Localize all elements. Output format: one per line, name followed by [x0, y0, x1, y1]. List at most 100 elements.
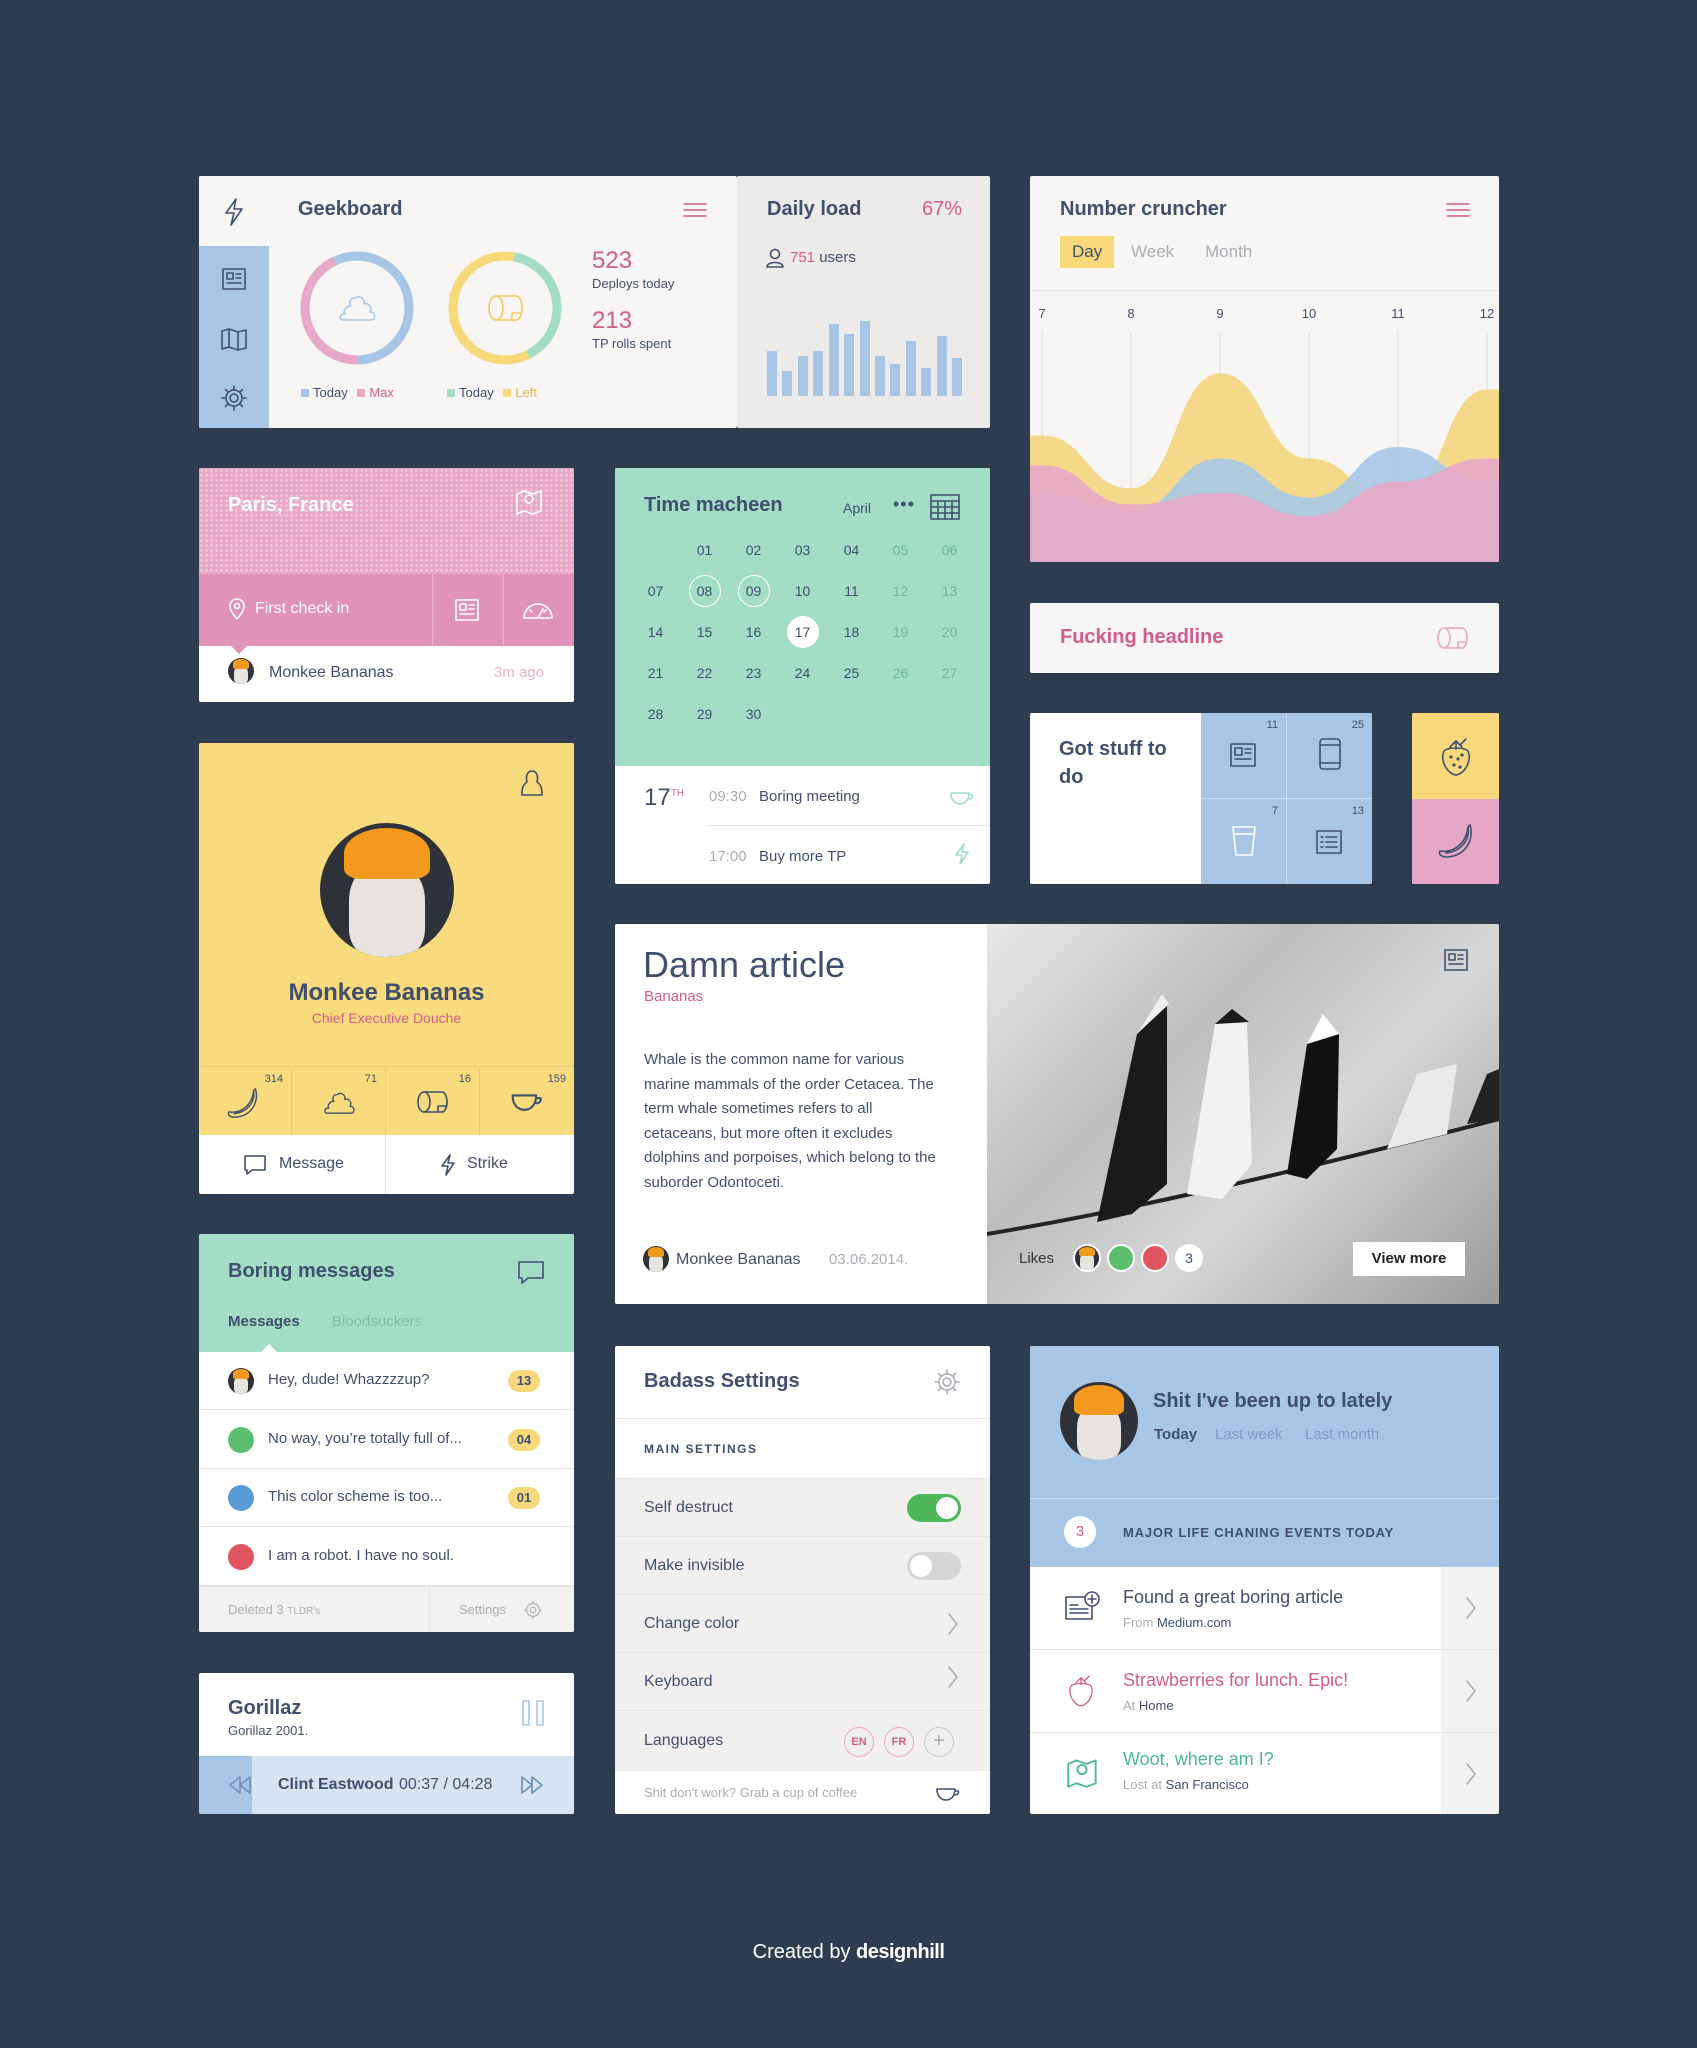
- row-self-destruct[interactable]: Self destruct: [615, 1478, 990, 1536]
- calendar-day[interactable]: 14: [640, 616, 672, 648]
- banana-tile[interactable]: [1412, 799, 1499, 884]
- calendar-day[interactable]: 21: [640, 657, 672, 689]
- todo-phone[interactable]: 25: [1287, 713, 1372, 798]
- calendar-day[interactable]: 13: [934, 575, 966, 607]
- stat-coffee[interactable]: 159: [481, 1067, 574, 1136]
- credit-brand[interactable]: designhill: [856, 1941, 945, 1963]
- settings-link[interactable]: Settings: [459, 1602, 506, 1617]
- tab-today[interactable]: Today: [1154, 1426, 1197, 1443]
- calendar-day[interactable]: 07: [640, 575, 672, 607]
- message-item[interactable]: No way, you’re totally full of... 04: [199, 1411, 574, 1469]
- month-select[interactable]: April: [843, 500, 871, 516]
- calendar-grid-icon[interactable]: [930, 494, 960, 520]
- menu-icon-2[interactable]: [1446, 202, 1470, 218]
- stat-banana[interactable]: 314: [199, 1067, 292, 1136]
- calendar-day[interactable]: 04: [836, 534, 868, 566]
- bolt-nav[interactable]: [199, 176, 269, 246]
- tab-last-month[interactable]: Last month: [1305, 1426, 1379, 1443]
- news-icon[interactable]: [454, 598, 480, 622]
- gauge-icon[interactable]: [522, 600, 554, 622]
- map-nav[interactable]: [199, 314, 269, 364]
- calendar-day[interactable]: 09: [737, 575, 770, 607]
- add-language-button[interactable]: +: [924, 1727, 954, 1757]
- todo-cup[interactable]: 7: [1201, 799, 1286, 884]
- article-nav[interactable]: [199, 254, 269, 304]
- article-icon[interactable]: [1443, 948, 1469, 972]
- geekboard-title: Geekboard: [298, 198, 403, 220]
- make-invisible-toggle[interactable]: [907, 1552, 961, 1580]
- stat-tp[interactable]: 16: [387, 1067, 480, 1136]
- calendar-day[interactable]: 08: [688, 575, 721, 607]
- settings-nav[interactable]: [199, 372, 269, 422]
- tab-week[interactable]: Week: [1131, 242, 1174, 262]
- lang-en[interactable]: EN: [844, 1727, 874, 1757]
- calendar-day[interactable]: 03: [787, 534, 819, 566]
- tab-messages[interactable]: Messages: [228, 1313, 300, 1330]
- pause-button[interactable]: [521, 1699, 545, 1727]
- tab-day[interactable]: Day: [1060, 236, 1115, 268]
- more-dots-icon[interactable]: •••: [893, 494, 915, 515]
- calendar-day[interactable]: 27: [934, 657, 966, 689]
- gear-icon[interactable]: [933, 1368, 961, 1396]
- checkin-label[interactable]: First check in: [255, 600, 349, 618]
- calendar-day[interactable]: 24: [787, 657, 819, 689]
- row-make-invisible[interactable]: Make invisible: [615, 1536, 990, 1594]
- tab-last-week[interactable]: Last week: [1215, 1426, 1283, 1443]
- messages-card: Boring messages Messages Bloodsuckers He…: [199, 1234, 574, 1632]
- event-2[interactable]: 17:00 Buy more TP: [707, 826, 990, 884]
- message-item[interactable]: I am a robot. I have no soul.: [199, 1528, 574, 1586]
- calendar-day[interactable]: 05: [885, 534, 917, 566]
- calendar-day[interactable]: 25: [836, 657, 868, 689]
- map-pin-icon[interactable]: [515, 488, 543, 516]
- calendar-day[interactable]: 18: [836, 616, 868, 648]
- strike-button[interactable]: Strike: [387, 1135, 574, 1194]
- message-text: This color scheme is too...: [268, 1488, 443, 1505]
- stat-poop[interactable]: 71: [293, 1067, 386, 1136]
- todo-article[interactable]: 11: [1201, 713, 1286, 798]
- menu-icon[interactable]: [683, 202, 707, 218]
- activity-item-3[interactable]: Woot, where am I? Lost at San Francisco: [1030, 1732, 1499, 1814]
- user-icon[interactable]: [520, 769, 544, 797]
- chat-icon[interactable]: [517, 1260, 545, 1286]
- lang-fr[interactable]: FR: [884, 1727, 914, 1757]
- calendar-day[interactable]: 26: [885, 657, 917, 689]
- event-1[interactable]: 09:30 Boring meeting: [707, 766, 990, 826]
- chat-icon: [244, 1155, 266, 1175]
- message-button[interactable]: Message: [199, 1135, 386, 1194]
- tab-month[interactable]: Month: [1205, 242, 1252, 262]
- calendar-day[interactable]: 06: [934, 534, 966, 566]
- message-item[interactable]: This color scheme is too... 01: [199, 1469, 574, 1527]
- view-more-button[interactable]: View more: [1353, 1242, 1465, 1276]
- calendar-day[interactable]: 23: [738, 657, 770, 689]
- gear-icon[interactable]: [523, 1600, 543, 1620]
- activity-item-2[interactable]: Strawberries for lunch. Epic! At Home: [1030, 1649, 1499, 1733]
- message-text: Hey, dude! Whazzzzup?: [268, 1371, 430, 1388]
- calendar-day[interactable]: 16: [738, 616, 770, 648]
- load-bar: [890, 364, 901, 396]
- message-item[interactable]: Hey, dude! Whazzzzup? 13: [199, 1352, 574, 1410]
- calendar-day[interactable]: 02: [738, 534, 770, 566]
- strawberry-tile[interactable]: [1412, 713, 1499, 799]
- rewind-icon[interactable]: [226, 1775, 252, 1795]
- todo-list[interactable]: 13: [1287, 799, 1372, 884]
- calendar-day[interactable]: 30: [738, 698, 770, 730]
- calendar-day[interactable]: 15: [689, 616, 721, 648]
- calendar-day[interactable]: 10: [787, 575, 819, 607]
- activity-item-1[interactable]: Found a great boring article From Medium…: [1030, 1567, 1499, 1649]
- row-keyboard[interactable]: Keyboard: [615, 1652, 990, 1710]
- fast-forward-icon[interactable]: [520, 1775, 546, 1795]
- calendar-day[interactable]: 19: [885, 616, 917, 648]
- headline-card[interactable]: Fucking headline: [1030, 603, 1499, 673]
- calendar-day[interactable]: 01: [689, 534, 721, 566]
- row-change-color[interactable]: Change color: [615, 1594, 990, 1652]
- calendar-day[interactable]: 28: [640, 698, 672, 730]
- calendar-day[interactable]: 17: [786, 616, 819, 648]
- calendar-day[interactable]: 11: [836, 575, 868, 607]
- tab-bloodsuckers[interactable]: Bloodsuckers: [332, 1313, 422, 1330]
- calendar-day[interactable]: 22: [689, 657, 721, 689]
- calendar-day[interactable]: 29: [689, 698, 721, 730]
- calendar-day[interactable]: 20: [934, 616, 966, 648]
- calendar-day[interactable]: 12: [885, 575, 917, 607]
- self-destruct-toggle[interactable]: [907, 1494, 961, 1522]
- load-bar: [905, 341, 916, 396]
